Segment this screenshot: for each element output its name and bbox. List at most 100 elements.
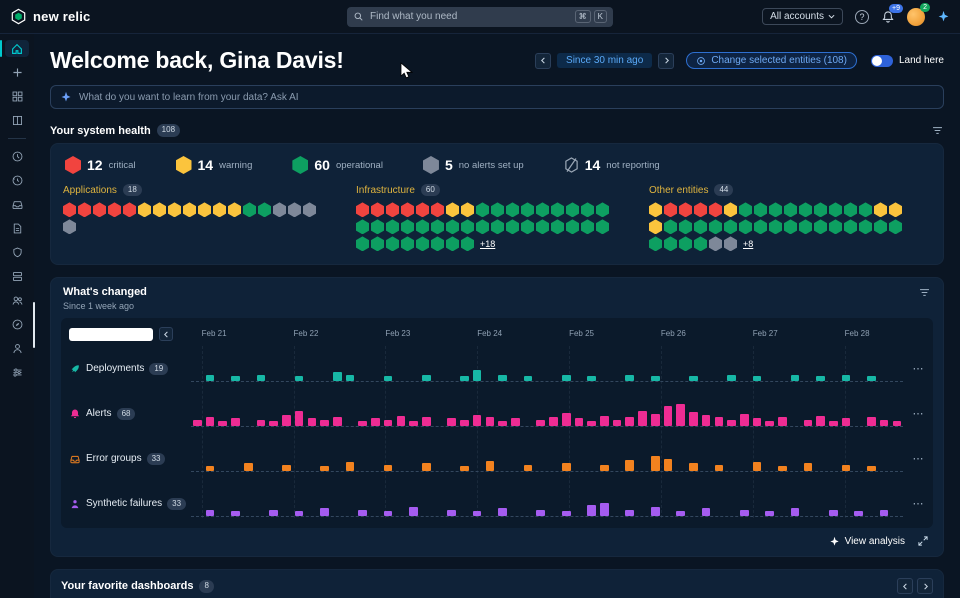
entity-hexagon[interactable] xyxy=(416,219,429,234)
entity-hexagon[interactable] xyxy=(724,202,737,217)
group-title[interactable]: Other entities xyxy=(649,185,708,196)
favorites-prev-button[interactable] xyxy=(897,578,913,594)
accounts-dropdown[interactable]: All accounts xyxy=(762,8,843,25)
entity-hexagon[interactable] xyxy=(491,202,504,217)
entity-hexagon[interactable] xyxy=(596,219,609,234)
favorites-next-button[interactable] xyxy=(917,578,933,594)
entity-hexagon[interactable] xyxy=(416,236,429,251)
entity-hexagon[interactable] xyxy=(446,219,459,234)
entity-hexagon[interactable] xyxy=(386,236,399,251)
sidebar-item-compass[interactable] xyxy=(5,316,29,333)
entity-hexagon[interactable] xyxy=(416,202,429,217)
row-menu-button[interactable]: ⋯ xyxy=(903,452,933,465)
global-search[interactable]: Find what you need ⌘ K xyxy=(347,7,613,27)
entity-hexagon[interactable] xyxy=(754,219,767,234)
entity-hexagon[interactable] xyxy=(183,202,196,217)
entity-hexagon[interactable] xyxy=(566,219,579,234)
entity-hexagon[interactable] xyxy=(679,236,692,251)
sidebar-item-user[interactable] xyxy=(5,340,29,357)
entity-hexagon[interactable] xyxy=(874,219,887,234)
sidebar-item-book[interactable] xyxy=(5,112,29,129)
entity-hexagon[interactable] xyxy=(784,202,797,217)
entity-hexagon[interactable] xyxy=(649,219,662,234)
entity-hexagon[interactable] xyxy=(566,202,579,217)
entity-hexagon[interactable] xyxy=(649,202,662,217)
sidebar-item-sliders[interactable] xyxy=(5,364,29,381)
entity-hexagon[interactable] xyxy=(679,219,692,234)
entity-hexagon[interactable] xyxy=(739,202,752,217)
entity-hexagon[interactable] xyxy=(506,202,519,217)
entity-hexagon[interactable] xyxy=(228,202,241,217)
time-back-button[interactable] xyxy=(535,53,551,69)
entity-hexagon[interactable] xyxy=(461,236,474,251)
entity-hexagon[interactable] xyxy=(123,202,136,217)
entity-hexagon[interactable] xyxy=(536,219,549,234)
ai-sparkle-icon[interactable] xyxy=(937,10,950,23)
help-icon[interactable]: ? xyxy=(855,10,869,24)
brand[interactable]: new relic xyxy=(10,8,90,25)
change-entities-button[interactable]: Change selected entities (108) xyxy=(686,52,857,69)
entity-hexagon[interactable] xyxy=(273,202,286,217)
entity-hexagon[interactable] xyxy=(153,202,166,217)
timeline-back-button[interactable] xyxy=(159,327,173,341)
entity-hexagon[interactable] xyxy=(386,202,399,217)
entity-hexagon[interactable] xyxy=(799,202,812,217)
entity-hexagon[interactable] xyxy=(213,202,226,217)
group-title[interactable]: Applications xyxy=(63,185,117,196)
view-analysis-button[interactable]: View analysis xyxy=(829,536,905,547)
entity-hexagon[interactable] xyxy=(303,202,316,217)
entity-hexagon[interactable] xyxy=(889,202,902,217)
entity-hexagon[interactable] xyxy=(521,202,534,217)
ask-ai-input[interactable]: What do you want to learn from your data… xyxy=(50,85,944,109)
entity-hexagon[interactable] xyxy=(724,236,737,251)
entity-hexagon[interactable] xyxy=(694,219,707,234)
entity-hexagon[interactable] xyxy=(476,219,489,234)
entity-hexagon[interactable] xyxy=(168,202,181,217)
entity-hexagon[interactable] xyxy=(371,236,384,251)
entity-hexagon[interactable] xyxy=(664,219,677,234)
sidebar-item-plus[interactable] xyxy=(5,64,29,81)
sidebar-item-history[interactable] xyxy=(5,172,29,189)
entity-hexagon[interactable] xyxy=(401,236,414,251)
group-title[interactable]: Infrastructure xyxy=(356,185,415,196)
entity-hexagon[interactable] xyxy=(551,202,564,217)
entity-hexagon[interactable] xyxy=(829,219,842,234)
entity-hexagon[interactable] xyxy=(356,202,369,217)
expand-icon[interactable] xyxy=(917,535,929,547)
show-more-link[interactable]: +8 xyxy=(743,239,753,249)
entity-hexagon[interactable] xyxy=(679,202,692,217)
sidebar-item-home[interactable] xyxy=(5,40,29,57)
entity-hexagon[interactable] xyxy=(694,236,707,251)
entity-hexagon[interactable] xyxy=(799,219,812,234)
entity-hexagon[interactable] xyxy=(506,219,519,234)
sidebar-item-users[interactable] xyxy=(5,292,29,309)
entity-hexagon[interactable] xyxy=(446,236,459,251)
entity-hexagon[interactable] xyxy=(461,202,474,217)
entity-hexagon[interactable] xyxy=(288,202,301,217)
entity-hexagon[interactable] xyxy=(521,219,534,234)
entity-hexagon[interactable] xyxy=(874,202,887,217)
entity-hexagon[interactable] xyxy=(724,219,737,234)
entity-hexagon[interactable] xyxy=(93,202,106,217)
entity-hexagon[interactable] xyxy=(401,202,414,217)
entity-hexagon[interactable] xyxy=(739,219,752,234)
entity-hexagon[interactable] xyxy=(814,219,827,234)
entity-hexagon[interactable] xyxy=(709,236,722,251)
entity-hexagon[interactable] xyxy=(814,202,827,217)
row-menu-button[interactable]: ⋯ xyxy=(903,362,933,375)
entity-hexagon[interactable] xyxy=(138,202,151,217)
entity-hexagon[interactable] xyxy=(664,236,677,251)
entity-hexagon[interactable] xyxy=(476,202,489,217)
entity-hexagon[interactable] xyxy=(844,219,857,234)
sidebar-item-doc[interactable] xyxy=(5,220,29,237)
entity-hexagon[interactable] xyxy=(243,202,256,217)
entity-hexagon[interactable] xyxy=(491,219,504,234)
sidebar-item-grid[interactable] xyxy=(5,88,29,105)
entity-hexagon[interactable] xyxy=(371,202,384,217)
entity-hexagon[interactable] xyxy=(108,202,121,217)
entity-hexagon[interactable] xyxy=(859,219,872,234)
entity-hexagon[interactable] xyxy=(446,202,459,217)
filter-icon[interactable] xyxy=(931,124,944,137)
entity-hexagon[interactable] xyxy=(581,202,594,217)
entity-hexagon[interactable] xyxy=(709,219,722,234)
